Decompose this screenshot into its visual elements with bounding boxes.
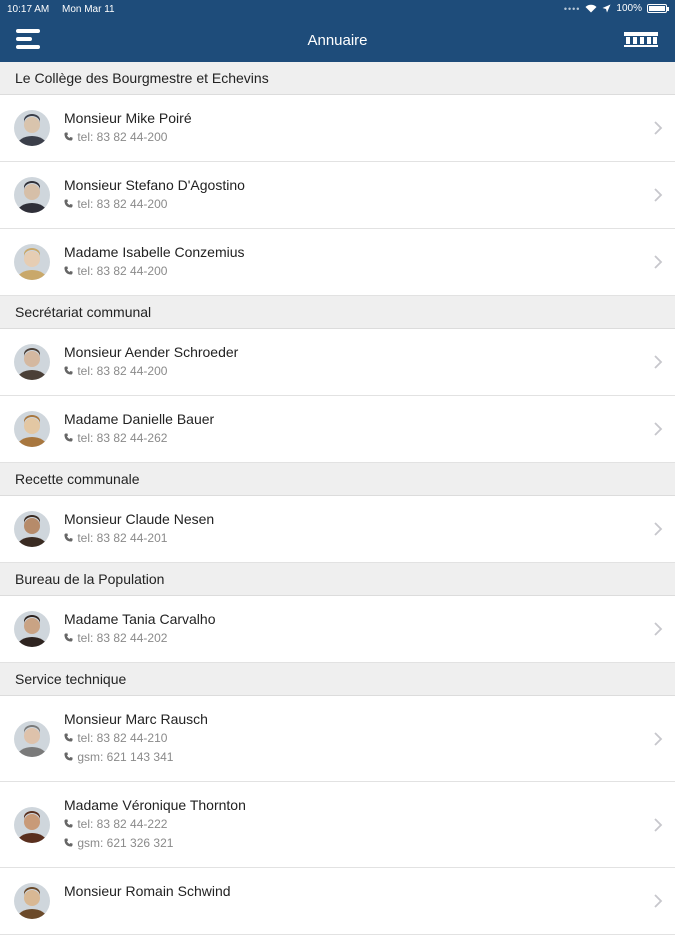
avatar [14, 244, 50, 280]
phone-icon [64, 266, 74, 278]
section-header: Recette communale [0, 463, 675, 496]
contact-row[interactable]: Madame Véronique Thornton tel: 83 82 44-… [0, 782, 675, 868]
contact-tel[interactable]: tel: 83 82 44-200 [64, 197, 167, 211]
chevron-right-icon [654, 121, 663, 135]
avatar [14, 883, 50, 919]
phone-icon [64, 838, 74, 850]
contact-tel[interactable]: tel: 83 82 44-210 [64, 731, 167, 745]
contact-tel[interactable]: tel: 83 82 44-201 [64, 531, 167, 545]
contact-name: Monsieur Aender Schroeder [64, 344, 239, 360]
contact-gsm[interactable]: gsm: 621 143 341 [64, 750, 173, 764]
chevron-right-icon [654, 188, 663, 202]
avatar [14, 511, 50, 547]
contact-row[interactable]: Monsieur Claude Nesen tel: 83 82 44-201 [0, 496, 675, 563]
section-header: Secrétariat communal [0, 296, 675, 329]
phone-icon [64, 132, 74, 144]
tel-number: tel: 83 82 44-202 [77, 631, 168, 645]
avatar [14, 611, 50, 647]
contact-tel[interactable]: tel: 83 82 44-200 [64, 264, 167, 278]
avatar [14, 720, 50, 757]
avatar [14, 806, 50, 843]
tel-number: tel: 83 82 44-201 [77, 531, 168, 545]
contact-tel[interactable]: tel: 83 82 44-200 [64, 364, 167, 378]
contact-name: Madame Danielle Bauer [64, 411, 215, 427]
section-header: Service technique [0, 663, 675, 696]
page-title: Annuaire [307, 32, 368, 49]
contact-tel[interactable]: tel: 83 82 44-222 [64, 817, 167, 831]
tel-number: tel: 83 82 44-200 [77, 264, 168, 278]
contact-tel[interactable]: tel: 83 82 44-200 [64, 130, 167, 144]
tel-number: tel: 83 82 44-200 [77, 130, 168, 144]
contact-name: Monsieur Mike Poiré [64, 110, 192, 126]
chevron-right-icon [654, 522, 663, 536]
phone-icon [64, 533, 74, 545]
contact-name: Madame Tania Carvalho [64, 611, 216, 627]
contact-row[interactable]: Madame Tania Carvalho tel: 83 82 44-202 [0, 596, 675, 663]
contact-name: Monsieur Marc Rausch [64, 711, 208, 727]
chevron-right-icon [654, 422, 663, 436]
chevron-right-icon [654, 255, 663, 269]
contact-name: Madame Isabelle Conzemius [64, 244, 245, 260]
tel-number: tel: 83 82 44-222 [77, 817, 168, 831]
contact-row[interactable]: Madame Isabelle Conzemius tel: 83 82 44-… [0, 229, 675, 296]
phone-icon [64, 733, 74, 745]
phone-icon [64, 752, 74, 764]
signal-dots-icon: •••• [563, 3, 581, 14]
section-header: Le Collège des Bourgmestre et Echevins [0, 62, 675, 95]
contact-row[interactable]: Monsieur Marc Rausch tel: 83 82 44-210 g… [0, 696, 675, 782]
gsm-number: gsm: 621 143 341 [77, 750, 174, 764]
battery-icon [647, 4, 669, 13]
avatar [14, 177, 50, 213]
status-date: Mon Mar 11 [62, 4, 115, 15]
chevron-right-icon [654, 622, 663, 636]
contact-row[interactable]: Monsieur Aender Schroeder tel: 83 82 44-… [0, 329, 675, 396]
contact-row[interactable]: Monsieur Mike Poiré tel: 83 82 44-200 [0, 95, 675, 162]
contact-tel[interactable]: tel: 83 82 44-262 [64, 431, 167, 445]
phone-icon [64, 366, 74, 378]
contact-name: Monsieur Claude Nesen [64, 511, 215, 527]
directory-list: Le Collège des Bourgmestre et Echevins Mo… [0, 62, 675, 935]
contact-name: Monsieur Romain Schwind [64, 883, 231, 899]
tel-number: tel: 83 82 44-210 [77, 731, 168, 745]
tel-number: tel: 83 82 44-200 [77, 364, 168, 378]
navigation-bar: 10:17 AM Mon Mar 11 •••• 100% Annuaire [0, 0, 675, 62]
status-time: 10:17 AM [7, 4, 50, 15]
contact-row[interactable]: Monsieur Romain Schwind [0, 868, 675, 935]
section-header: Bureau de la Population [0, 563, 675, 596]
location-arrow-icon [602, 4, 611, 13]
chevron-right-icon [654, 731, 663, 746]
contact-tel[interactable]: tel: 83 82 44-202 [64, 631, 167, 645]
chevron-right-icon [654, 355, 663, 369]
gsm-number: gsm: 621 326 321 [77, 836, 174, 850]
phone-icon [64, 633, 74, 645]
contact-row[interactable]: Madame Danielle Bauer tel: 83 82 44-262 [0, 396, 675, 463]
chevron-right-icon [654, 817, 663, 832]
tel-number: tel: 83 82 44-200 [77, 197, 168, 211]
tel-number: tel: 83 82 44-262 [77, 431, 168, 445]
phone-icon [64, 199, 74, 211]
contact-name: Monsieur Stefano D'Agostino [64, 177, 245, 193]
status-indicators: •••• 100% [563, 3, 669, 14]
phone-icon [64, 819, 74, 831]
wifi-icon [585, 4, 597, 13]
battery-percent: 100% [616, 3, 642, 14]
status-bar: 10:17 AM Mon Mar 11 •••• 100% [0, 0, 675, 20]
contact-row[interactable]: Monsieur Stefano D'Agostino tel: 83 82 4… [0, 162, 675, 229]
contact-name: Madame Véronique Thornton [64, 797, 246, 813]
avatar [14, 411, 50, 447]
avatar [14, 110, 50, 146]
phone-icon [64, 433, 74, 445]
contact-gsm[interactable]: gsm: 621 326 321 [64, 836, 173, 850]
avatar [14, 344, 50, 380]
commune-logo-icon [624, 32, 658, 47]
chevron-right-icon [654, 894, 663, 908]
